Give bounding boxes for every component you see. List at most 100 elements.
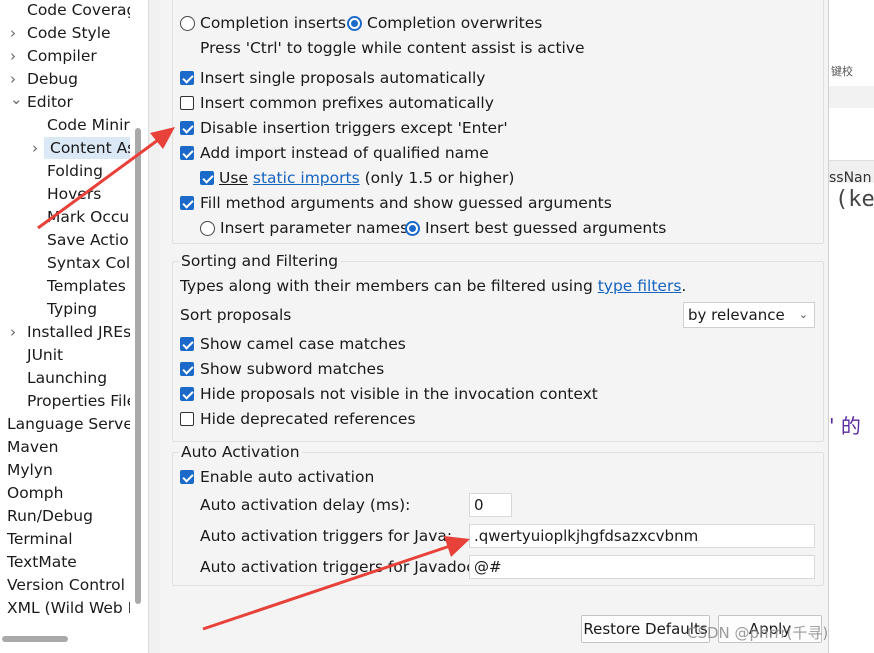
disable-triggers-label: Disable insertion triggers except 'Enter… [200, 119, 508, 137]
chevron-right-icon[interactable]: › [10, 321, 16, 343]
tree-item[interactable]: › Code Style [0, 22, 130, 44]
javadoc-triggers-input[interactable]: @# [469, 555, 815, 579]
tree-item[interactable]: › Compiler [0, 45, 130, 67]
tree-item[interactable]: Run/Debug [0, 505, 130, 527]
tree-item[interactable]: JUnit [0, 344, 130, 366]
auto-activation-title: Auto Activation [179, 442, 302, 462]
hide-not-visible-label: Hide proposals not visible in the invoca… [200, 385, 598, 403]
disable-triggers-checkbox[interactable] [180, 121, 194, 135]
preferences-tree: Code Coverag › Code Style › Compiler › Debug ⌄ E… [0, 0, 130, 630]
camel-case-checkbox[interactable] [180, 337, 194, 351]
subword-label: Show subword matches [200, 360, 385, 378]
subword-checkbox[interactable] [180, 362, 194, 376]
insert-single-checkbox[interactable] [180, 71, 194, 85]
chevron-down-icon[interactable]: ⌄ [10, 88, 23, 110]
sort-proposals-value: by relevance [688, 306, 785, 324]
tree-item[interactable]: Code Minir [0, 114, 130, 136]
insert-prefixes-checkbox[interactable] [180, 96, 194, 110]
bg-fragment-1: 键校 [831, 65, 853, 78]
chevron-right-icon[interactable]: › [10, 22, 16, 44]
hide-not-visible-checkbox[interactable] [180, 387, 194, 401]
tree-item[interactable]: › Installed JREs [0, 321, 130, 343]
bg-fragment-2: ssNan [829, 170, 872, 186]
tree-item[interactable]: XML (Wild Web I [0, 597, 130, 619]
javadoc-triggers-label: Auto activation triggers for Javadoc: [200, 558, 480, 576]
tree-item-label: Properties File [27, 392, 130, 410]
static-imports-suffix: (only 1.5 or higher) [364, 169, 515, 187]
tree-item-label: TextMate [7, 553, 77, 571]
tree-item[interactable]: Templates [0, 275, 130, 297]
tree-item[interactable]: Syntax Colo [0, 252, 130, 274]
tree-item[interactable]: Version Control ( [0, 574, 130, 596]
tree-item-label: Maven [7, 438, 59, 456]
tree-item-label: Mark Occu [47, 208, 130, 226]
tree-item-label: Code Style [27, 24, 111, 42]
completion-inserts-radio[interactable] [180, 16, 195, 31]
chevron-right-icon[interactable]: › [32, 137, 38, 159]
tree-item-label: Installed JREs [27, 323, 130, 341]
insert-prefixes-label: Insert common prefixes automatically [200, 94, 494, 112]
fill-arguments-checkbox[interactable] [180, 196, 194, 210]
tree-item[interactable]: Mylyn [0, 459, 130, 481]
chevron-right-icon[interactable]: › [10, 45, 16, 67]
type-filters-text: Types along with their members can be fi… [180, 276, 686, 296]
tree-item[interactable]: Save Actior [0, 229, 130, 251]
tree-item-label: Oomph [7, 484, 64, 502]
fill-arguments-label: Fill method arguments and show guessed a… [200, 194, 612, 212]
hide-deprecated-checkbox[interactable] [180, 412, 194, 426]
hide-deprecated-label: Hide deprecated references [200, 410, 416, 428]
completion-overwrites-radio[interactable] [347, 16, 362, 31]
tree-item-label: Editor [27, 93, 73, 111]
tree-item[interactable]: Properties File [0, 390, 130, 412]
sort-proposals-label: Sort proposals [180, 306, 292, 324]
auto-delay-input[interactable]: 0 [469, 493, 512, 517]
tree-item[interactable]: Typing [0, 298, 130, 320]
tree-item[interactable]: Maven [0, 436, 130, 458]
use-static-imports-checkbox[interactable] [200, 171, 214, 185]
tree-item[interactable]: Oomph [0, 482, 130, 504]
bg-fragment-4: ' 的 [829, 414, 861, 438]
tree-item-label: Syntax Colo [47, 254, 130, 272]
java-triggers-input[interactable]: .qwertyuioplkjhgfdsazxcvbnm [469, 524, 815, 548]
insert-parameter-names-label: Insert parameter names [220, 219, 409, 237]
insert-parameter-names-radio[interactable] [200, 221, 215, 236]
tree-item[interactable]: Terminal [0, 528, 130, 550]
bg-toolbar [829, 86, 874, 108]
tree-item[interactable]: Mark Occu [0, 206, 130, 228]
content-assist-page: Completion inserts Completion overwrites… [160, 0, 828, 653]
insert-best-guessed-radio[interactable] [405, 221, 420, 236]
tree-item[interactable]: Folding [0, 160, 130, 182]
type-filters-link[interactable]: type filters [598, 277, 682, 295]
tree-vertical-scrollbar[interactable] [135, 128, 141, 604]
tree-item-label: Code Coverag [27, 1, 130, 19]
watermark: CSDN @phrrr(千寻) [687, 624, 829, 642]
type-filters-prefix: Types along with their members can be fi… [180, 277, 593, 295]
tree-item-label: Version Control ( [7, 576, 130, 594]
tree-item[interactable]: Code Coverag [0, 0, 130, 21]
tree-item[interactable]: Launching [0, 367, 130, 389]
tree-item[interactable]: Hovers [0, 183, 130, 205]
tree-item[interactable]: TextMate [0, 551, 130, 573]
tree-item-label: Mylyn [7, 461, 53, 479]
toggle-hint-text: Press 'Ctrl' to toggle while content ass… [200, 39, 585, 57]
add-import-label: Add import instead of qualified name [200, 144, 489, 162]
tree-item-label: Content As [50, 139, 130, 157]
static-imports-link[interactable]: static imports [253, 169, 360, 187]
completion-overwrites-label: Completion overwrites [367, 14, 543, 32]
tree-horizontal-scrollbar[interactable] [2, 636, 68, 642]
enable-auto-activation-label: Enable auto activation [200, 468, 375, 486]
sorting-filtering-title: Sorting and Filtering [179, 251, 341, 271]
tree-item-label: Terminal [7, 530, 73, 548]
enable-auto-activation-checkbox[interactable] [180, 470, 194, 484]
insert-single-label: Insert single proposals automatically [200, 69, 486, 87]
add-import-checkbox[interactable] [180, 146, 194, 160]
chevron-right-icon[interactable]: › [10, 68, 16, 90]
tree-item[interactable]: ⌄ Editor [0, 88, 130, 113]
tree-item[interactable]: Language Server [0, 413, 130, 435]
tree-item[interactable]: › Debug [0, 68, 130, 90]
tree-item-label: Debug [27, 70, 78, 88]
tree-item-label: Folding [47, 162, 103, 180]
tree-item[interactable]: › Content As [32, 137, 130, 159]
sort-proposals-dropdown[interactable]: by relevance ⌄ [683, 302, 815, 328]
tree-item-label: Launching [27, 369, 108, 387]
